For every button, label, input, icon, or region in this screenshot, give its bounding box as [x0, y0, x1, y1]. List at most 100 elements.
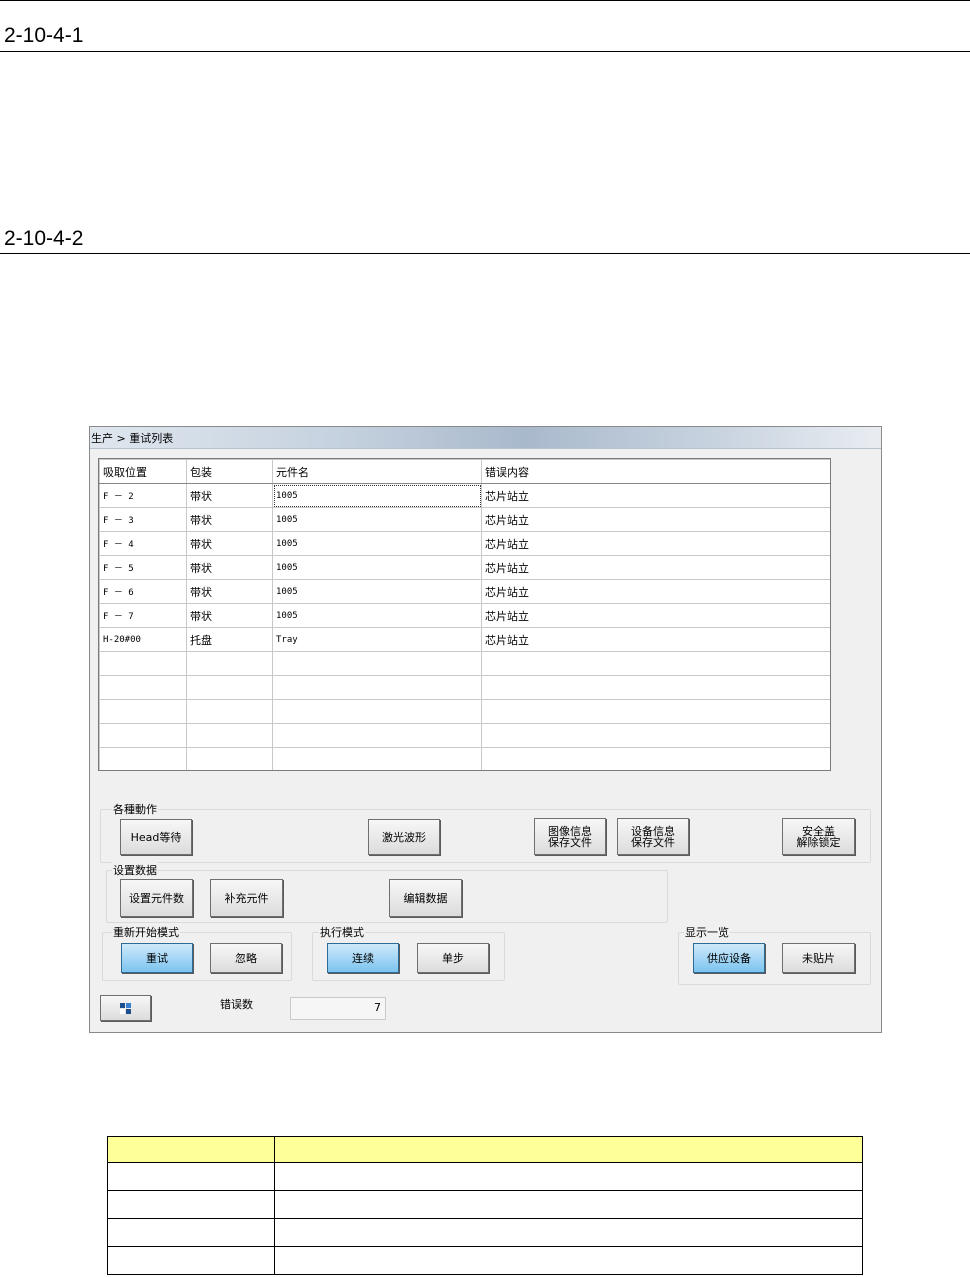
replenish-parts-button[interactable]: 补充元件	[210, 879, 283, 917]
retry-button[interactable]: 重试	[121, 943, 193, 973]
set-part-count-label: 设置元件数	[129, 891, 184, 905]
single-step-label: 单步	[442, 951, 464, 965]
replenish-parts-label: 补充元件	[224, 891, 269, 905]
cell-part-name: 1005	[272, 579, 482, 604]
save-device-info-line1: 设备信息	[631, 824, 675, 838]
continuous-label: 连续	[352, 951, 374, 965]
cell-error-content: 芯片站立	[481, 603, 830, 628]
laser-waveform-button[interactable]: 激光波形	[368, 819, 440, 855]
cell-package: 托盘	[186, 627, 273, 652]
continuous-button[interactable]: 连续	[327, 943, 399, 973]
table-row[interactable]: F － 5 带状 1005 芯片站立	[99, 555, 830, 580]
column-header-error-content[interactable]: 错误内容	[481, 459, 830, 484]
section-heading-1: 2-10-4-1	[4, 24, 84, 47]
cell-part-name: 1005	[272, 531, 482, 556]
table-row	[107, 1162, 863, 1191]
column-header-pickup-position[interactable]: 吸取位置	[99, 459, 187, 484]
column-header-part-name[interactable]: 元件名	[272, 459, 482, 484]
exec-mode-label: 执行模式	[319, 924, 365, 940]
restart-mode-label: 重新开始模式	[112, 924, 180, 940]
cell-part-name: 1005	[272, 603, 482, 628]
save-image-info-button[interactable]: 图像信息 保存文件	[534, 818, 606, 855]
empty-cell	[481, 675, 830, 700]
cell-part-name: 1005	[272, 507, 482, 532]
unplaced-label: 未贴片	[802, 951, 835, 965]
empty-cell	[272, 699, 482, 724]
table-cell	[107, 1162, 275, 1191]
cell-error-content: 芯片站立	[481, 483, 830, 508]
header-cell	[107, 1136, 275, 1163]
cell-package: 带状	[186, 579, 273, 604]
empty-cell	[186, 699, 273, 724]
set-part-count-button[interactable]: 设置元件数	[120, 879, 193, 917]
table-header-row	[107, 1136, 863, 1163]
cell-package: 带状	[186, 483, 273, 508]
table-row[interactable]: F － 3 带状 1005 芯片站立	[99, 507, 830, 532]
head-wait-label: Head等待	[130, 830, 182, 844]
empty-cell	[186, 651, 273, 676]
cell-pickup-position: F － 7	[99, 603, 187, 628]
grid-header-row: 吸取位置 包装 元件名 错误内容	[99, 459, 830, 484]
table-cell	[274, 1162, 863, 1191]
feeder-button[interactable]: 供应设备	[693, 943, 765, 973]
laser-waveform-label: 激光波形	[382, 830, 426, 844]
cell-error-content: 芯片站立	[481, 579, 830, 604]
empty-cell	[481, 651, 830, 676]
safety-cover-unlock-line2: 解除锁定	[796, 835, 841, 849]
table-row-empty[interactable]	[99, 723, 830, 748]
table-row-empty[interactable]	[99, 747, 830, 770]
retry-list-window: 生产 > 重试列表 吸取位置 包装 元件名 错误内容 F － 2 带状 1005…	[89, 426, 882, 1033]
settings-group-label: 设置数据	[112, 862, 158, 878]
cell-package: 带状	[186, 603, 273, 628]
description-table	[107, 1136, 863, 1275]
table-row	[107, 1190, 863, 1219]
cell-pickup-position: F － 6	[99, 579, 187, 604]
empty-cell	[186, 723, 273, 748]
single-step-button[interactable]: 单步	[417, 943, 489, 973]
window-icon-button[interactable]	[100, 995, 151, 1021]
unplaced-button[interactable]: 未贴片	[782, 943, 855, 973]
empty-cell	[481, 747, 830, 770]
cell-part-name: 1005	[272, 555, 482, 580]
cell-pickup-position: H-20#00	[99, 627, 187, 652]
safety-cover-unlock-button[interactable]: 安全盖 解除锁定	[782, 818, 855, 855]
cell-error-content: 芯片站立	[481, 507, 830, 532]
feeder-label: 供应设备	[707, 951, 751, 965]
header-cell	[274, 1136, 863, 1163]
table-row[interactable]: F － 4 带状 1005 芯片站立	[99, 531, 830, 556]
retry-list-grid: 吸取位置 包装 元件名 错误内容 F － 2 带状 1005 芯片站立 F － …	[98, 458, 831, 771]
edit-data-label: 编辑数据	[403, 891, 448, 905]
table-row-empty[interactable]	[99, 651, 830, 676]
table-row-empty[interactable]	[99, 699, 830, 724]
section-heading-2: 2-10-4-2	[4, 227, 84, 250]
ignore-button[interactable]: 忽略	[210, 943, 282, 973]
table-cell	[107, 1246, 275, 1275]
column-header-package[interactable]: 包装	[186, 459, 273, 484]
table-row[interactable]: F － 6 带状 1005 芯片站立	[99, 579, 830, 604]
save-device-info-button[interactable]: 设备信息 保存文件	[617, 818, 689, 855]
breadcrumb: 生产 > 重试列表	[91, 432, 174, 445]
table-row[interactable]: F － 7 带状 1005 芯片站立	[99, 603, 830, 628]
title-bar: 生产 > 重试列表	[90, 427, 881, 449]
heading-1-rule	[0, 51, 970, 52]
error-count-field: 7	[290, 997, 386, 1020]
table-cell	[107, 1218, 275, 1247]
display-list-label: 显示一览	[684, 924, 730, 940]
table-cell	[274, 1218, 863, 1247]
table-row-empty[interactable]	[99, 675, 830, 700]
empty-cell	[481, 723, 830, 748]
edit-data-button[interactable]: 编辑数据	[389, 879, 462, 917]
empty-cell	[272, 675, 482, 700]
ignore-label: 忽略	[235, 951, 257, 965]
empty-cell	[272, 747, 482, 770]
heading-2-rule	[0, 253, 970, 254]
table-row[interactable]: F － 2 带状 1005 芯片站立	[99, 483, 830, 508]
head-wait-button[interactable]: Head等待	[120, 819, 192, 855]
table-row[interactable]: H-20#00 托盘 Tray 芯片站立	[99, 627, 830, 652]
actions-group-label: 各種動作	[112, 801, 158, 817]
cell-pickup-position: F － 3	[99, 507, 187, 532]
cell-part-name[interactable]: 1005	[272, 483, 482, 508]
table-cell	[274, 1246, 863, 1275]
empty-cell	[99, 699, 187, 724]
cell-pickup-position: F － 5	[99, 555, 187, 580]
